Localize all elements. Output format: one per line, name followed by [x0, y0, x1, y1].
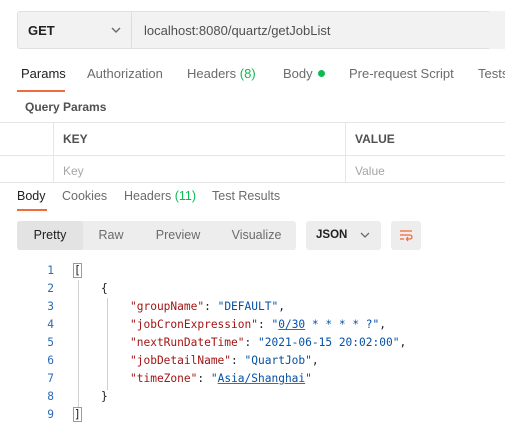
json-brace: {	[101, 282, 108, 295]
json-key: "groupName"	[130, 300, 205, 313]
json-comma: ,	[311, 354, 319, 367]
view-raw-button[interactable]: Raw	[83, 221, 139, 250]
tab-label: Headers	[124, 189, 172, 203]
json-value: "0/30 * * * * ?"	[271, 318, 380, 331]
line-number: 4	[47, 318, 54, 331]
tab-pre-request-script[interactable]: Pre-request Script	[349, 66, 454, 81]
line-number: 3	[47, 300, 54, 313]
json-line: "timeZone": "Asia/Shanghai"	[130, 372, 312, 385]
json-key: "jobCronExpression"	[130, 318, 258, 331]
indent-guide	[78, 280, 79, 408]
method-label: GET	[28, 22, 55, 38]
tab-cookies[interactable]: Cookies	[62, 189, 107, 203]
status-dot-icon	[317, 70, 325, 77]
method-select[interactable]: GET	[17, 11, 131, 49]
json-line: [	[73, 263, 82, 278]
json-line: ]	[73, 407, 82, 422]
tab-headers[interactable]: Headers (8)	[187, 66, 256, 81]
indent-guide	[107, 298, 108, 390]
json-bracket: [	[73, 263, 82, 278]
json-key: "timeZone"	[130, 372, 198, 385]
json-line: "jobCronExpression": "0/30 * * * * ?",	[130, 318, 387, 331]
url-input[interactable]: localhost:8080/quartz/getJobList	[131, 11, 505, 49]
tab-label: Authorization	[87, 66, 163, 81]
json-comma: ,	[278, 300, 285, 313]
json-comma: ,	[399, 336, 407, 349]
chevron-down-icon	[360, 232, 370, 238]
tab-count: (11)	[174, 189, 197, 203]
active-tab-indicator	[17, 209, 47, 211]
line-number: 6	[47, 354, 54, 367]
wrap-lines-button[interactable]	[391, 221, 421, 250]
json-value: "Asia/Shanghai"	[210, 372, 312, 385]
tab-label: Headers	[187, 66, 237, 81]
view-visualize-button[interactable]: Visualize	[217, 221, 296, 250]
line-number: 9	[47, 408, 54, 421]
json-brace: }	[101, 390, 108, 403]
json-line: "jobDetailName": "QuartJob",	[130, 354, 319, 367]
view-pretty-button[interactable]: Pretty	[17, 221, 83, 250]
chevron-down-icon	[111, 27, 121, 33]
line-number: 2	[47, 282, 54, 295]
json-key: "jobDetailName"	[130, 354, 232, 367]
tab-params[interactable]: Params	[21, 66, 66, 81]
json-line: "nextRunDateTime": "2021-06-15 20:02:00"…	[130, 336, 407, 349]
wrap-lines-icon	[400, 229, 413, 241]
tab-label: Body	[17, 189, 46, 203]
table-divider	[0, 155, 505, 156]
format-select[interactable]: JSON	[306, 221, 381, 250]
json-comma: ,	[379, 318, 387, 331]
key-input[interactable]: Key	[63, 164, 84, 178]
json-line: "groupName": "DEFAULT",	[130, 300, 285, 313]
json-line: {	[101, 282, 108, 295]
line-number: 5	[47, 336, 54, 349]
query-params-title: Query Params	[25, 100, 107, 114]
tab-label: Pre-request Script	[349, 66, 454, 81]
tab-response-headers[interactable]: Headers (11)	[124, 189, 196, 203]
tab-tests[interactable]: Tests	[478, 66, 505, 81]
line-number: 7	[47, 372, 54, 385]
tab-authorization[interactable]: Authorization	[87, 66, 163, 81]
format-label: JSON	[316, 229, 348, 241]
tab-test-results[interactable]: Test Results	[212, 189, 280, 203]
line-number: 8	[47, 390, 54, 403]
json-value: "QuartJob"	[244, 354, 312, 367]
json-value: "DEFAULT"	[217, 300, 279, 313]
tab-count: (8)	[239, 66, 256, 81]
url-input-edge	[489, 11, 505, 49]
tab-label: Test Results	[212, 189, 281, 203]
url-text: localhost:8080/quartz/getJobList	[144, 22, 331, 38]
table-divider	[345, 122, 346, 182]
json-line: }	[101, 390, 108, 403]
table-divider	[0, 182, 505, 183]
tab-response-body[interactable]: Body	[17, 189, 46, 203]
view-preview-button[interactable]: Preview	[139, 221, 217, 250]
tab-label: Cookies	[62, 189, 108, 203]
json-key: "nextRunDateTime"	[130, 336, 245, 349]
active-tab-indicator	[17, 90, 65, 92]
column-header-key: KEY	[63, 132, 88, 146]
json-bracket: ]	[73, 407, 82, 422]
table-divider	[53, 122, 54, 182]
tab-body[interactable]: Body	[283, 66, 325, 81]
value-input[interactable]: Value	[355, 164, 385, 178]
json-value: "2021-06-15 20:02:00"	[258, 336, 400, 349]
column-header-value: VALUE	[355, 132, 395, 146]
line-number: 1	[47, 264, 54, 277]
tab-label: Params	[21, 66, 66, 81]
table-divider	[0, 122, 505, 123]
tab-label: Body	[283, 66, 313, 81]
tab-label: Tests	[478, 66, 505, 81]
